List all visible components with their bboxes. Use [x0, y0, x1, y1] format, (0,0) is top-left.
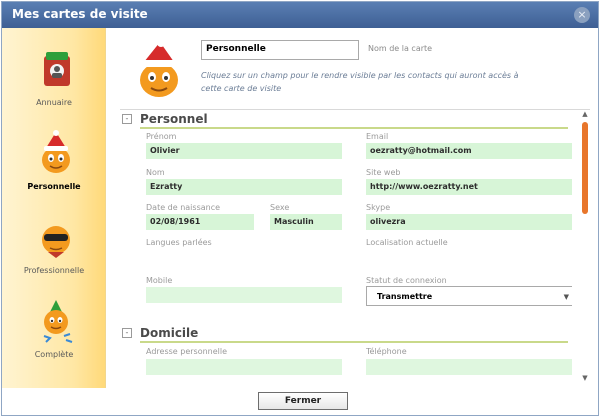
card-name-input[interactable]: Personnelle [201, 40, 359, 60]
complete-avatar-icon [43, 300, 73, 343]
nom-field[interactable]: Ezratty [146, 179, 342, 195]
card-name-label: Nom de la carte [368, 44, 433, 53]
vertical-scrollbar[interactable]: ▲ ▼ [580, 110, 590, 382]
email-label: Email [366, 132, 389, 141]
professional-avatar-icon [42, 226, 70, 258]
mobile-field[interactable] [146, 287, 342, 303]
chevron-down-icon: ▼ [563, 293, 569, 301]
address-field[interactable] [146, 359, 342, 375]
sidebar: Annuaire Personnelle Professionnelle Com… [2, 28, 106, 388]
phone-field[interactable] [366, 359, 572, 375]
prenom-field[interactable]: Olivier [146, 143, 342, 159]
card-avatar-icon [140, 40, 178, 97]
section-title: Domicile [140, 326, 199, 340]
sexe-field[interactable]: Masculin [270, 214, 342, 230]
hint-text: Cliquez sur un champ pour le rendre visi… [201, 71, 519, 93]
phone-label: Téléphone [366, 347, 407, 356]
close-button[interactable]: Fermer [258, 392, 348, 410]
sidebar-item-complete[interactable]: Complète [2, 298, 106, 378]
sidebar-item-professionnelle[interactable]: Professionnelle [2, 214, 106, 294]
status-label: Statut de connexion [366, 276, 447, 285]
sidebar-item-label: Annuaire [36, 98, 72, 107]
sidebar-item-label: Professionnelle [23, 266, 85, 275]
fields-scroll-area[interactable]: - Personnel Prénom Olivier Email oezratt… [118, 112, 572, 384]
skype-field[interactable]: olivezra [366, 214, 572, 230]
email-field[interactable]: oezratty@hotmail.com [366, 143, 572, 159]
languages-label: Langues parlées [146, 238, 212, 247]
scroll-up-icon[interactable]: ▲ [581, 110, 589, 118]
skype-label: Skype [366, 203, 391, 212]
section-title: Personnel [140, 112, 208, 126]
sexe-label: Sexe [270, 203, 290, 212]
nom-label: Nom [146, 168, 165, 177]
sidebar-item-annuaire[interactable]: Annuaire [2, 46, 106, 126]
close-icon[interactable]: × [574, 7, 590, 23]
personal-avatar-icon [42, 130, 70, 173]
title-bar: Mes cartes de visite × [2, 2, 598, 28]
business-cards-window: Mes cartes de visite × Annuaire Personne… [1, 1, 599, 416]
section-domicile: - Domicile Adresse personnelle Téléphone [118, 326, 572, 384]
site-label: Site web [366, 168, 401, 177]
window-title: Mes cartes de visite [12, 7, 148, 21]
mobile-label: Mobile [146, 276, 173, 285]
collapse-toggle[interactable]: - [122, 328, 132, 338]
card-editor: Personnelle Nom de la carte Cliquez sur … [106, 28, 598, 388]
scroll-down-icon[interactable]: ▼ [581, 374, 589, 382]
sidebar-item-label: Complète [34, 350, 74, 359]
address-book-icon [44, 52, 70, 86]
birthdate-field[interactable]: 02/08/1961 [146, 214, 254, 230]
section-personnel: - Personnel Prénom Olivier Email oezratt… [118, 112, 572, 328]
section-underline [140, 341, 568, 343]
sidebar-item-label: Personnelle [27, 182, 81, 191]
location-label: Localisation actuelle [366, 238, 448, 247]
section-header[interactable]: - Personnel [118, 112, 572, 129]
collapse-toggle[interactable]: - [122, 114, 132, 124]
divider [120, 109, 590, 110]
section-header[interactable]: - Domicile [118, 326, 572, 343]
website-field[interactable]: http://www.oezratty.net [366, 179, 572, 195]
prenom-label: Prénom [146, 132, 177, 141]
sidebar-item-personnelle[interactable]: Personnelle [2, 130, 106, 210]
birthdate-label: Date de naissance [146, 203, 221, 212]
section-underline [140, 127, 568, 129]
address-label: Adresse personnelle [146, 347, 228, 356]
scroll-thumb[interactable] [582, 122, 588, 214]
connection-status-select[interactable]: Transmettre ▼ [366, 286, 572, 306]
dialog-footer: Fermer [2, 388, 598, 415]
status-value: Transmettre [377, 292, 433, 301]
